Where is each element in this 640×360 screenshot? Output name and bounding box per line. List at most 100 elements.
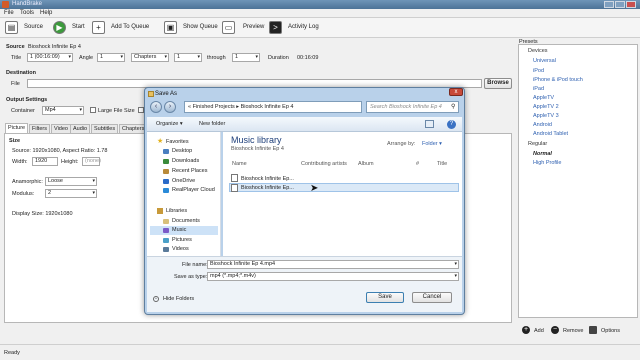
add-preset-label[interactable]: Add: [534, 328, 544, 334]
maximize-button[interactable]: [615, 1, 625, 8]
tab-subtitles[interactable]: Subtitles: [91, 124, 119, 133]
preset-item[interactable]: iPhone & iPod touch: [533, 77, 583, 83]
nav-item-music[interactable]: Music: [172, 227, 186, 233]
tab-picture[interactable]: Picture: [5, 123, 29, 133]
file-name[interactable]: Bioshock Infinite Ep...: [241, 185, 294, 191]
add-queue-icon[interactable]: +: [92, 21, 105, 34]
realplayer-cloud-icon: [163, 188, 169, 193]
preset-item[interactable]: Android Tablet: [533, 131, 568, 137]
modulus-select[interactable]: 2: [45, 189, 97, 198]
menu-tools[interactable]: Tools: [20, 10, 34, 16]
column-name[interactable]: Name: [232, 161, 247, 167]
status-text: Ready: [4, 350, 20, 356]
search-icon: ⚲: [451, 104, 456, 110]
minimize-button[interactable]: [604, 1, 614, 8]
preset-item[interactable]: Universal: [533, 58, 556, 64]
remove-preset-label[interactable]: Remove: [563, 328, 583, 334]
breadcrumb[interactable]: « Finished Projects ▸ Bioshock Infinite …: [184, 101, 362, 113]
activity-log-label[interactable]: Activity Log: [288, 24, 319, 30]
preset-item[interactable]: High Profile: [533, 160, 561, 166]
hide-folders-icon[interactable]: ^: [153, 296, 159, 302]
tab-audio[interactable]: Audio: [70, 124, 91, 133]
arrange-by-select[interactable]: Folder ▾: [422, 141, 442, 147]
preset-item[interactable]: AppleTV: [533, 95, 554, 101]
filename-label: File name:: [182, 262, 208, 268]
favorites-heading[interactable]: Favorites: [166, 139, 189, 145]
anamorphic-select[interactable]: Loose: [45, 177, 97, 186]
preset-item[interactable]: Android: [533, 122, 552, 128]
show-queue-label[interactable]: Show Queue: [183, 24, 218, 30]
source-icon[interactable]: ▤: [5, 21, 18, 34]
add-preset-icon[interactable]: +: [522, 326, 530, 334]
save-as-type-select[interactable]: mp4 (*.mp4;*.m4v): [207, 272, 459, 281]
preset-item[interactable]: iPad: [533, 86, 544, 92]
libraries-heading[interactable]: Libraries: [166, 208, 187, 214]
nav-item-documents[interactable]: Documents: [172, 218, 200, 224]
close-button[interactable]: [626, 1, 636, 8]
add-to-queue-label[interactable]: Add To Queue: [111, 24, 149, 30]
organize-button[interactable]: Organize ▾: [156, 121, 183, 127]
preset-item[interactable]: iPod: [533, 68, 544, 74]
duration-value: 00:16:09: [297, 55, 319, 61]
library-subtitle: Bioshock Infinite Ep 4: [231, 146, 284, 152]
column-album[interactable]: Album: [358, 161, 374, 167]
show-queue-icon[interactable]: ▣: [164, 21, 177, 34]
menu-help[interactable]: Help: [40, 10, 52, 16]
nav-item-recent-places[interactable]: Recent Places: [172, 168, 207, 174]
preset-item[interactable]: AppleTV 3: [533, 113, 559, 119]
nav-item-desktop[interactable]: Desktop: [172, 148, 192, 154]
cancel-button[interactable]: Cancel: [412, 292, 452, 303]
chapters-select[interactable]: Chapters: [131, 53, 169, 62]
large-file-label: Large File Size: [98, 108, 135, 114]
column-contributing-artists[interactable]: Contributing artists: [301, 161, 347, 167]
nav-item-onedrive[interactable]: OneDrive: [172, 178, 195, 184]
music-icon: [163, 228, 169, 233]
menu-file[interactable]: File: [4, 10, 14, 16]
preset-item[interactable]: AppleTV 2: [533, 104, 559, 110]
nav-item-videos[interactable]: Videos: [172, 246, 189, 252]
nav-item-pictures[interactable]: Pictures: [172, 237, 192, 243]
container-select[interactable]: Mp4: [42, 106, 84, 115]
browse-button[interactable]: Browse: [484, 78, 512, 89]
new-folder-button[interactable]: New folder: [199, 121, 225, 127]
save-button[interactable]: Save: [366, 292, 404, 303]
filename-input[interactable]: Bioshock Infinite Ep 4.mp4: [207, 260, 459, 269]
preview-icon[interactable]: ▭: [222, 21, 235, 34]
start-button-label[interactable]: Start: [72, 24, 85, 30]
preset-group-devices[interactable]: Devices: [528, 48, 548, 54]
hide-folders-button[interactable]: Hide Folders: [163, 296, 194, 302]
view-options-icon[interactable]: [425, 120, 434, 128]
column-number[interactable]: #: [416, 161, 419, 167]
file-name[interactable]: Bioshock Infinite Ep...: [241, 176, 294, 182]
nav-item-realplayer-cloud[interactable]: RealPlayer Cloud: [172, 187, 215, 193]
title-select[interactable]: 1 (00:16:09): [27, 53, 73, 62]
preset-group-regular[interactable]: Regular: [528, 141, 547, 147]
dialog-close-button[interactable]: x: [449, 88, 463, 96]
source-heading: Source: [6, 44, 25, 50]
tab-filters[interactable]: Filters: [29, 124, 50, 133]
options-icon[interactable]: [589, 326, 597, 334]
angle-select[interactable]: 1: [97, 53, 125, 62]
width-input[interactable]: 1920: [32, 157, 58, 166]
tab-video[interactable]: Video: [51, 124, 71, 133]
window-titlebar: HandBrake: [0, 0, 640, 9]
large-file-checkbox[interactable]: [90, 107, 96, 113]
chapter-from-select[interactable]: 1: [174, 53, 202, 62]
start-icon[interactable]: ▶: [53, 21, 66, 34]
back-button[interactable]: ‹: [150, 101, 162, 113]
help-icon[interactable]: ?: [447, 120, 456, 129]
options-label[interactable]: Options: [601, 328, 620, 334]
search-input[interactable]: Search Bioshock Infinite Ep 4: [366, 101, 459, 113]
preview-label[interactable]: Preview: [243, 24, 264, 30]
source-button-label[interactable]: Source: [24, 24, 43, 30]
remove-preset-icon[interactable]: −: [551, 326, 559, 334]
mouse-cursor-icon: ➤: [310, 183, 319, 194]
forward-button[interactable]: ›: [164, 101, 176, 113]
size-heading: Size: [9, 138, 21, 144]
chapter-to-select[interactable]: 1: [232, 53, 260, 62]
height-input[interactable]: (none): [82, 157, 101, 166]
column-title[interactable]: Title: [437, 161, 447, 167]
preset-item-selected[interactable]: Normal: [533, 151, 552, 157]
activity-log-icon[interactable]: >: [269, 21, 282, 34]
nav-item-downloads[interactable]: Downloads: [172, 158, 199, 164]
